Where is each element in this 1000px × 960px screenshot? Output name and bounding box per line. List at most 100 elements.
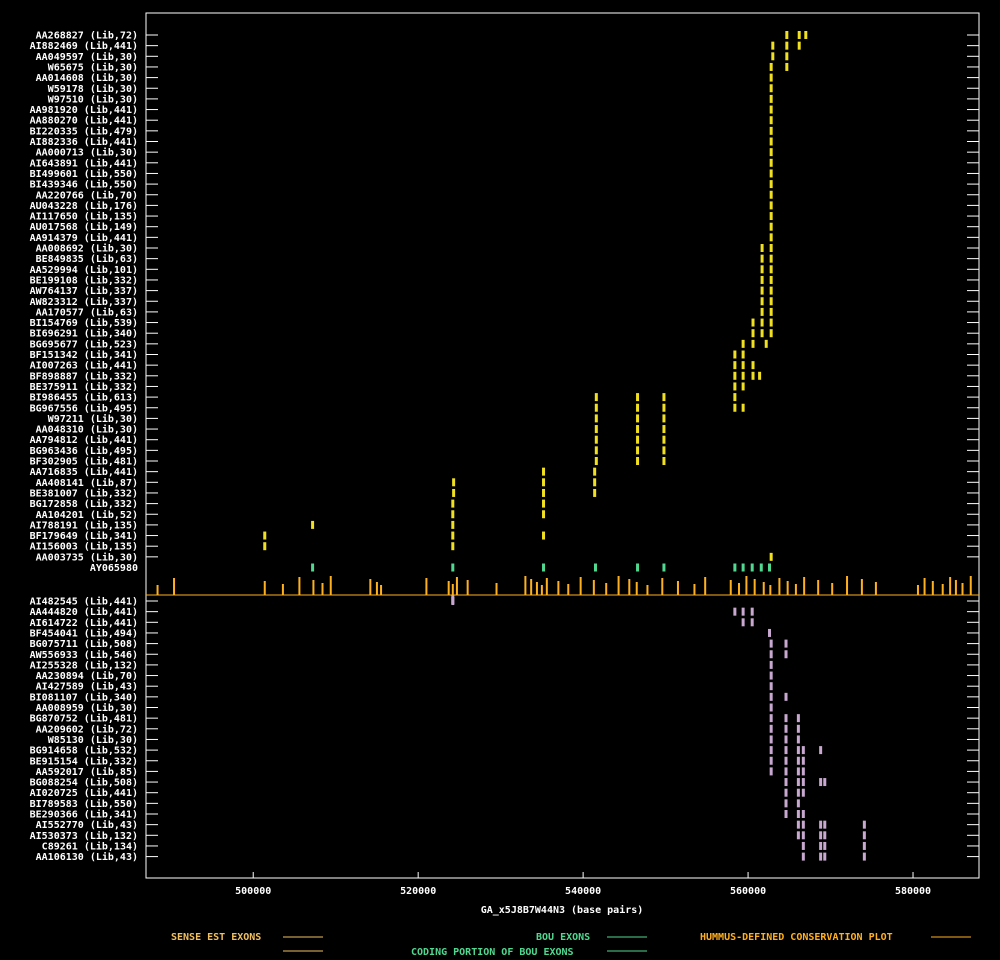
conservation-peak xyxy=(156,585,159,595)
antisense-est-exon xyxy=(796,820,800,829)
sense-est-exon xyxy=(263,531,267,540)
sense-est-label: AU043228 (Lib,176) xyxy=(30,200,138,212)
antisense-est-exon xyxy=(784,746,788,755)
sense-est-exon xyxy=(594,425,598,434)
antisense-est-exon xyxy=(819,831,823,840)
antisense-est-exon xyxy=(733,607,737,616)
sense-est-exon xyxy=(758,371,762,380)
sense-est-exon xyxy=(311,520,315,529)
antisense-est-label: BG088254 (Lib,508) xyxy=(30,777,138,789)
sense-est-exon xyxy=(263,542,267,551)
sense-est-exon xyxy=(769,233,773,242)
sense-est-exon xyxy=(769,169,773,178)
conservation-peak xyxy=(567,584,570,595)
x-tick-label: 580000 xyxy=(895,886,931,897)
antisense-est-label: AI552770 (Lib,43) xyxy=(36,819,138,831)
antisense-est-exon xyxy=(801,810,805,818)
sense-est-exon xyxy=(662,425,666,434)
antisense-est-label: BF454041 (Lib,494) xyxy=(30,627,138,639)
sense-est-exon xyxy=(741,403,745,412)
sense-est-exon xyxy=(760,297,764,306)
antisense-est-exon xyxy=(819,746,823,755)
sense-est-exon xyxy=(733,371,737,380)
antisense-est-label: AI530373 (Lib,132) xyxy=(30,830,138,842)
sense-est-exon xyxy=(451,531,455,540)
conservation-peak xyxy=(173,578,176,595)
sense-est-exon xyxy=(594,457,598,465)
antisense-est-exon xyxy=(769,650,773,659)
conservation-peak xyxy=(605,583,608,595)
sense-est-exon xyxy=(542,478,546,487)
antisense-est-exon xyxy=(796,778,800,787)
bou-exon xyxy=(593,563,597,572)
x-tick-label: 500000 xyxy=(235,886,271,897)
x-axis: 500000 520000 540000 560000 580000 xyxy=(235,872,931,897)
conservation-peak xyxy=(941,584,944,595)
antisense-est-exon xyxy=(801,841,805,850)
sense-est-label: AU017568 (Lib,149) xyxy=(30,221,138,233)
antisense-est-exon xyxy=(796,788,800,797)
antisense-est-exon xyxy=(769,714,773,723)
bou-exon xyxy=(759,563,763,572)
conservation-plot xyxy=(146,576,979,604)
sense-est-exon xyxy=(733,393,737,402)
conservation-peak xyxy=(495,583,498,595)
antisense-est-label: AA008959 (Lib,30) xyxy=(36,702,138,714)
conservation-peak xyxy=(704,577,707,595)
antisense-est-exon xyxy=(796,767,800,776)
sense-est-exon xyxy=(769,201,773,210)
antisense-est-exon xyxy=(769,660,773,669)
antisense-est-exon xyxy=(769,671,773,680)
antisense-est-exon xyxy=(769,682,773,691)
sense-est-label: AI788191 (Lib,135) xyxy=(30,519,138,531)
antisense-est-exon xyxy=(769,724,773,733)
sense-est-exon xyxy=(769,329,773,338)
antisense-est-exon xyxy=(801,767,805,776)
conservation-peak xyxy=(661,578,664,595)
sense-est-exon xyxy=(760,318,764,327)
antisense-est-exon xyxy=(801,778,805,787)
sense-est-exon xyxy=(662,393,666,402)
conservation-peak xyxy=(466,580,469,595)
sense-est-exon xyxy=(741,361,745,370)
antisense-est-exon xyxy=(819,820,823,829)
antisense-est-exon xyxy=(784,767,788,776)
sense-est-exon xyxy=(769,297,773,306)
sense-est-exon xyxy=(769,244,773,252)
conservation-peak xyxy=(923,578,926,595)
sense-est-exon xyxy=(769,62,773,71)
sense-est-exon xyxy=(451,542,455,551)
antisense-est-label: AI427589 (Lib,43) xyxy=(36,681,138,693)
sense-est-label: AI882469 (Lib,441) xyxy=(30,40,138,52)
antisense-est-exon xyxy=(784,788,788,797)
antisense-est-label: BE915154 (Lib,332) xyxy=(30,755,138,767)
sense-est-label: AW823312 (Lib,337) xyxy=(30,296,138,308)
sense-est-label: BI154769 (Lib,539) xyxy=(30,317,138,329)
antisense-est-exon xyxy=(768,628,772,637)
conservation-peak xyxy=(961,583,964,595)
antisense-est-exon xyxy=(769,735,773,744)
sense-est-exon xyxy=(769,158,773,167)
sense-est-label: AA000713 (Lib,30) xyxy=(36,147,138,159)
sense-est-label: W65675 (Lib,30) xyxy=(48,61,138,73)
antisense-est-label: AA444820 (Lib,441) xyxy=(30,606,138,618)
sense-est-label: W97211 (Lib,30) xyxy=(48,413,138,425)
conservation-peak xyxy=(778,578,781,595)
bou-exon xyxy=(733,563,737,572)
antisense-est-exon xyxy=(784,692,788,701)
antisense-est-label: BE290366 (Lib,341) xyxy=(30,809,138,821)
conservation-peak xyxy=(817,580,820,595)
antisense-est-exon xyxy=(819,778,823,787)
plot-frame xyxy=(145,12,980,879)
antisense-est-group: AI482545 (Lib,441)AA444820 (Lib,441)AI61… xyxy=(30,596,979,863)
sense-est-label: BI499601 (Lib,550) xyxy=(30,168,138,180)
sense-est-exon xyxy=(769,126,773,135)
conservation-peak xyxy=(949,577,952,595)
antisense-est-exon xyxy=(784,810,788,818)
sense-est-label: BE199108 (Lib,332) xyxy=(30,274,138,286)
sense-est-exon xyxy=(741,371,745,380)
sense-est-exon xyxy=(769,148,773,157)
est-alignment-chart: AA268827 (Lib,72)AI882469 (Lib,441)AA049… xyxy=(30,12,980,958)
antisense-est-label: AA230894 (Lib,70) xyxy=(36,670,138,682)
conservation-peak xyxy=(281,584,284,595)
